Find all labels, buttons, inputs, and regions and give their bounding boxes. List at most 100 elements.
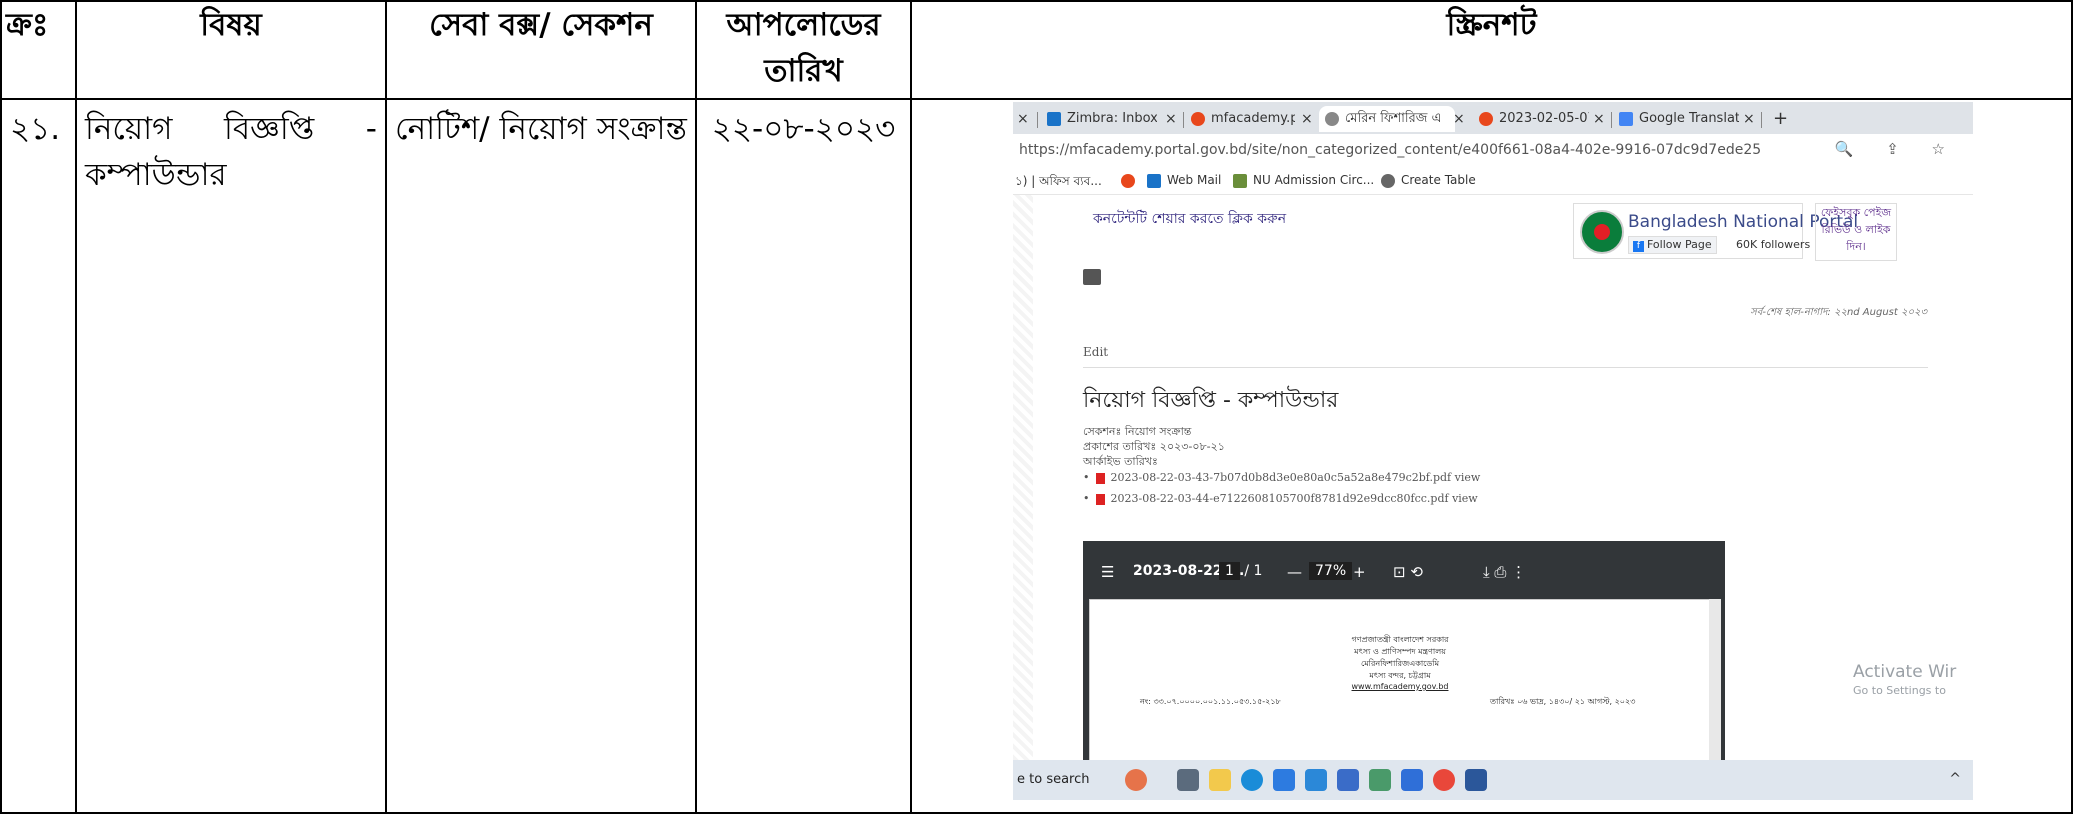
tab-label: Zimbra: Inbox — [1067, 111, 1157, 126]
tab-close-icon[interactable]: × — [1453, 106, 1465, 132]
page-indicator: 1 / 1 — [1219, 562, 1263, 580]
bookmark-site-icon[interactable] — [1121, 173, 1141, 188]
web-page: কনটেন্টটি শেয়ার করতে ক্লিক করুন Banglad… — [1033, 195, 1941, 763]
chrome-icon[interactable] — [1433, 769, 1455, 791]
edit-link[interactable]: Edit — [1083, 345, 1108, 359]
tab-close-icon[interactable]: × — [1301, 106, 1313, 132]
pdf-icon — [1095, 493, 1105, 505]
loading-icon — [1325, 111, 1339, 126]
taskbar-search[interactable]: e to search — [1017, 772, 1090, 787]
facebook-like-box[interactable]: ফেইসবুক পেইজ রিভিউ ও লাইক দিন। — [1815, 203, 1897, 261]
followers-count: 60K followers — [1736, 238, 1811, 251]
subject-word-1: নিয়োগ — [85, 111, 173, 147]
file-explorer-icon[interactable] — [1209, 769, 1231, 791]
zoom-in-button[interactable]: + — [1353, 563, 1366, 581]
menu-icon[interactable]: ☰ — [1101, 563, 1114, 581]
dropbox-icon[interactable] — [1401, 769, 1423, 791]
last-updated: সর্ব-শেষ হাল-নাগাদ: ২২nd August ২০২৩ — [1750, 307, 1927, 318]
section-cell: নোটিশ/ নিয়োগ সংক্রান্ত — [385, 98, 697, 814]
zoom-out-button[interactable]: — — [1287, 563, 1302, 581]
address-bar-icons[interactable]: 🔍 ⇪ ☆ — [1835, 140, 1959, 158]
zoom-level[interactable]: 77% — [1309, 562, 1353, 580]
bookmark-label: NU Admission Circ... — [1253, 173, 1375, 187]
tab-label: মেরিন ফিশারিজ এ — [1345, 111, 1442, 126]
widget-icon[interactable] — [1125, 769, 1147, 791]
page-input[interactable]: 1 — [1219, 562, 1240, 580]
windows-taskbar: e to search ^ — [1013, 760, 1973, 800]
word-icon[interactable] — [1465, 769, 1487, 791]
globe-icon — [1381, 173, 1395, 188]
tab-marine-fisheries[interactable]: মেরিন ফিশারিজ এ — [1319, 106, 1455, 132]
editor-icon[interactable] — [1369, 769, 1391, 791]
meta-archive: আর্কাইভ তারিখঃ — [1083, 455, 1158, 468]
bookmark-label: Create Table — [1401, 173, 1476, 187]
bookmark-create-table[interactable]: Create Table — [1381, 173, 1476, 188]
embedded-screenshot: × Zimbra: Inbox × mfacademy.portal × মের… — [1013, 102, 1973, 812]
tab-mfacademy[interactable]: mfacademy.portal — [1191, 106, 1295, 132]
tab-pdf-file[interactable]: 2023-02-05-07-3 — [1479, 106, 1589, 132]
subject-word-2: বিজ্ঞপ্তি — [224, 111, 315, 147]
app-icon[interactable] — [1337, 769, 1359, 791]
serial-number: ২১. — [10, 111, 61, 147]
download-print-more-icons[interactable]: ⤓ ⎙ ⋮ — [1483, 563, 1526, 581]
pdf-icon — [1095, 472, 1105, 484]
new-tab-button[interactable]: + — [1773, 106, 1788, 132]
fit-rotate-icons[interactable]: ⊡ ⟲ — [1393, 563, 1423, 581]
header-section: সেবা বক্স/ সেকশন — [385, 0, 697, 100]
pdf-date: তারিখঃ ০৬ ভাদ্র, ১৪৩০/ ২১ আগস্ট, ২০২৩ — [1490, 697, 1636, 706]
date-cell: ২২-০৮-২০২৩ — [695, 98, 912, 814]
bookmark-nu-admission[interactable]: NU Admission Circ... — [1233, 173, 1374, 188]
notice-title: নিয়োগ বিজ্ঞপ্তি - কম্পাউন্ডার — [1083, 388, 1339, 413]
bookmark-webmail[interactable]: Web Mail — [1147, 173, 1221, 188]
url-text[interactable]: https://mfacademy.portal.gov.bd/site/non… — [1019, 142, 1761, 158]
bookmarks-bar: ১) | অফিস ব্যব... Web Mail NU Admission … — [1013, 168, 1973, 195]
header-subject: বিষয় — [75, 0, 387, 100]
task-view-icon[interactable] — [1177, 769, 1199, 791]
serial-cell: ২১. — [0, 98, 77, 814]
header-serial: ক্রঃ — [0, 0, 77, 100]
file-link[interactable]: 2023-08-22-03-43-7b07d0b8d3e0e80a0c5a52a… — [1111, 471, 1481, 484]
section-text: নোটিশ/ নিয়োগ সংক্রান্ত — [395, 111, 687, 147]
follow-page-button[interactable]: f Follow Page — [1628, 236, 1717, 254]
page-total: / 1 — [1244, 563, 1263, 579]
store-icon[interactable] — [1273, 769, 1295, 791]
subject-line-1: নিয়োগ বিজ্ঞপ্তি - — [85, 106, 377, 152]
bookmark-label: Web Mail — [1167, 173, 1222, 187]
tab-close-icon[interactable]: × — [1017, 106, 1029, 132]
bookmark-office[interactable]: ১) | অফিস ব্যব... — [1015, 173, 1102, 193]
nu-icon — [1233, 173, 1247, 188]
file-item[interactable]: • 2023-08-22-03-44-e7122608105700f8781d92… — [1083, 492, 1478, 505]
share-content-link[interactable]: কনটেন্টটি শেয়ার করতে ক্লিক করুন — [1093, 207, 1286, 231]
subject-line-2: কম্পাউন্ডার — [85, 157, 227, 193]
header-screenshot: স্ক্রিনশট — [910, 0, 2073, 100]
print-icon[interactable] — [1083, 269, 1101, 285]
upload-date: ২২-০৮-২০২৩ — [711, 111, 896, 147]
browser-tab-strip: × Zimbra: Inbox × mfacademy.portal × মের… — [1013, 102, 1973, 134]
tab-close-icon[interactable]: × — [1743, 106, 1755, 132]
translate-icon — [1619, 111, 1633, 126]
tab-close-icon[interactable]: × — [1165, 106, 1177, 132]
site-icon — [1191, 111, 1205, 126]
page-decoration — [1013, 195, 1033, 760]
mail-icon[interactable] — [1305, 769, 1327, 791]
table-header-row: ক্রঃ বিষয় সেবা বক্স/ সেকশন আপলোডের তারি… — [0, 0, 2073, 100]
subject-dash: - — [365, 111, 377, 147]
tab-zimbra[interactable]: Zimbra: Inbox — [1047, 106, 1157, 132]
activate-windows-text: Activate Wir — [1853, 662, 1957, 682]
tab-google-translate[interactable]: Google Translate — [1619, 106, 1739, 132]
file-link[interactable]: 2023-08-22-03-44-e7122608105700f8781d92e… — [1111, 492, 1478, 505]
pdf-scrollbar[interactable] — [1709, 599, 1721, 761]
activate-windows-subtext: Go to Settings to — [1853, 684, 1946, 697]
tab-close-icon[interactable]: × — [1593, 106, 1605, 132]
facebook-widget: Bangladesh National Portal f Follow Page … — [1573, 203, 1858, 259]
address-bar[interactable]: https://mfacademy.portal.gov.bd/site/non… — [1013, 134, 1973, 168]
tab-label: Google Translate — [1639, 111, 1739, 126]
site-icon — [1121, 173, 1135, 188]
header-upload-date: আপলোডের তারিখ — [695, 0, 912, 100]
bangladesh-emblem-icon — [1580, 210, 1624, 254]
site-icon — [1479, 111, 1493, 126]
file-item[interactable]: • 2023-08-22-03-43-7b07d0b8d3e0e80a0c5a52… — [1083, 471, 1480, 484]
tab-divider — [1761, 112, 1762, 128]
edge-icon[interactable] — [1241, 769, 1263, 791]
chevron-up-icon[interactable]: ^ — [1949, 771, 1961, 787]
